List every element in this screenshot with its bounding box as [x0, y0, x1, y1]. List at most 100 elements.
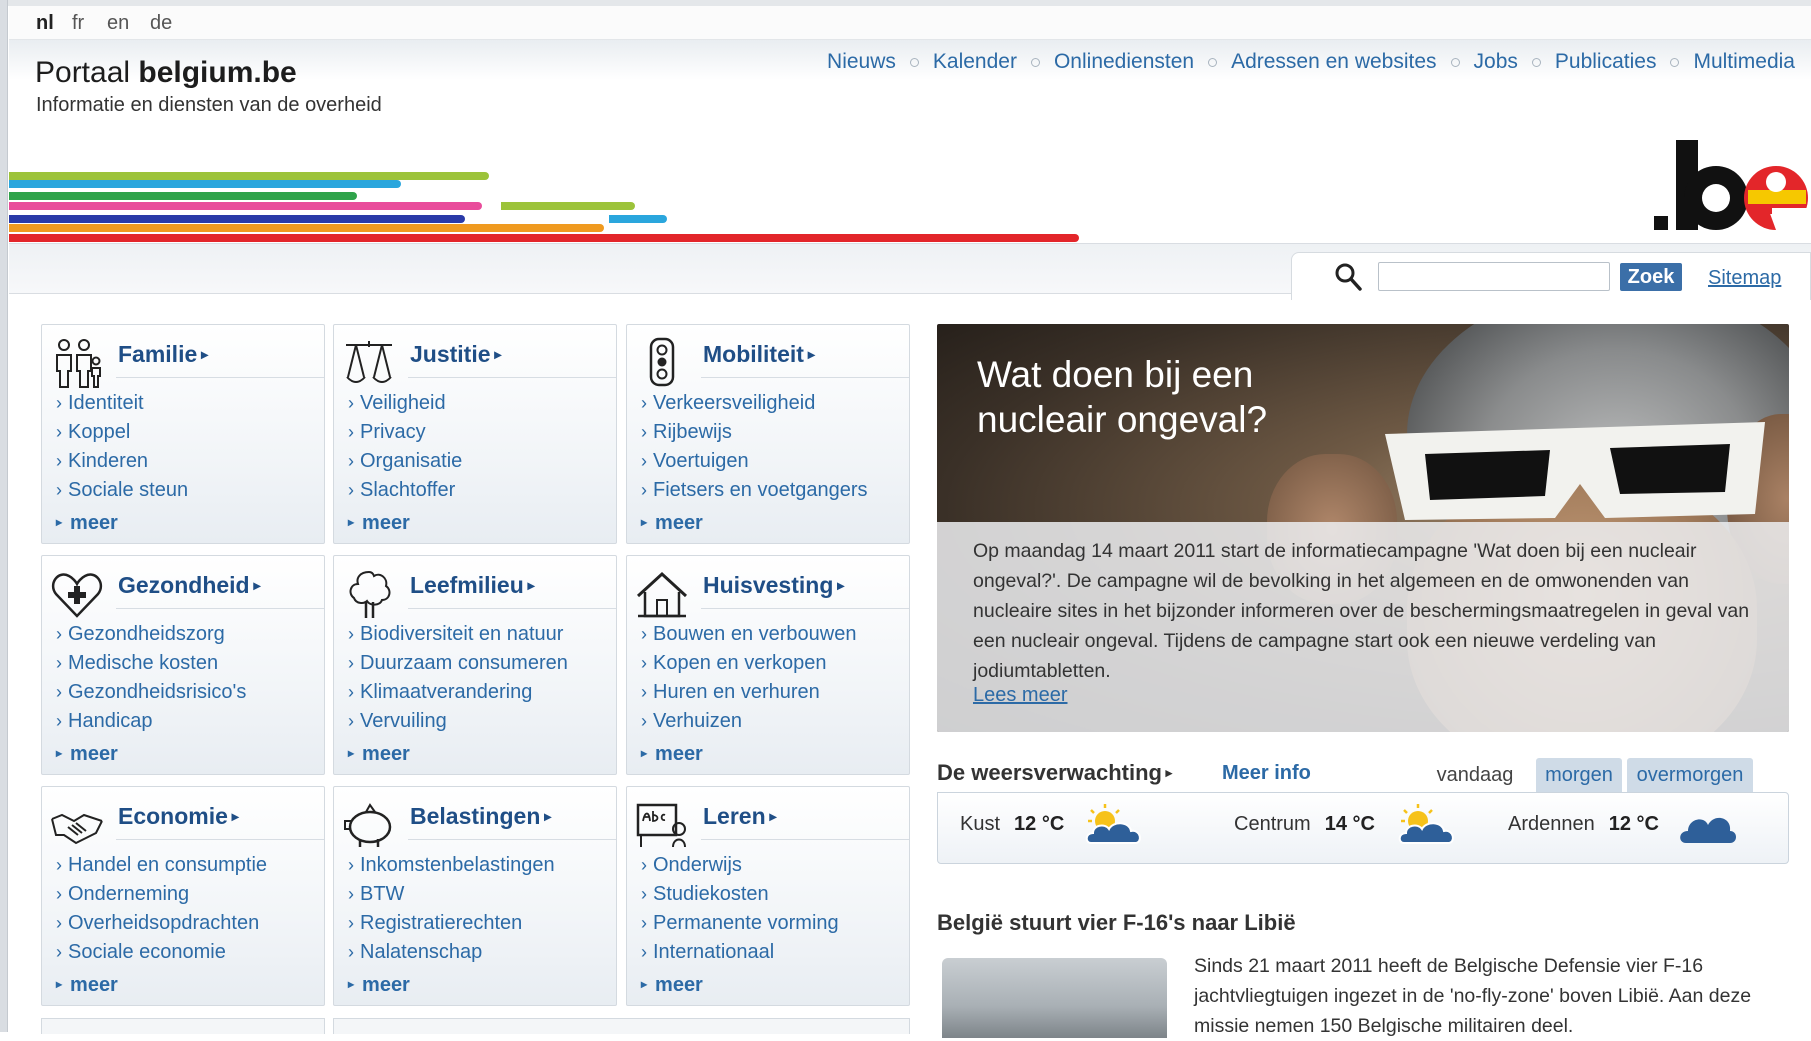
nav-jobs[interactable]: Jobs [1474, 50, 1518, 74]
category-title[interactable]: Economie [118, 803, 239, 830]
search-button[interactable]: Zoek [1620, 263, 1682, 291]
category-divider [408, 608, 616, 609]
category-link[interactable]: Permanente vorming [641, 909, 839, 938]
nav-kalender[interactable]: Kalender [933, 50, 1017, 74]
category-link[interactable]: Onderwijs [641, 851, 839, 880]
category-divider [701, 608, 909, 609]
category-link[interactable]: Koppel [56, 418, 188, 447]
stripe-red [9, 234, 1079, 242]
category-links: Bouwen en verbouwen Kopen en verkopen Hu… [641, 620, 856, 736]
category-link[interactable]: Fietsers en voetgangers [641, 476, 868, 505]
nav-nieuws[interactable]: Nieuws [827, 50, 896, 74]
site-title[interactable]: Portaal belgium.be [35, 56, 297, 90]
category-link[interactable]: Verkeersveiligheid [641, 389, 868, 418]
category-link[interactable]: Handel en consumptie [56, 851, 267, 880]
feature-title[interactable]: Wat doen bij een nucleair ongeval? [977, 352, 1357, 442]
category-more-link[interactable]: meer [641, 974, 703, 997]
category-more-link[interactable]: meer [641, 512, 703, 535]
category-divider [408, 377, 616, 378]
category-title[interactable]: Familie [118, 341, 208, 368]
category-link[interactable]: Registratierechten [348, 909, 555, 938]
category-link[interactable]: Biodiversiteit en natuur [348, 620, 568, 649]
category-link[interactable]: Gezondheidsrisico's [56, 678, 246, 707]
category-link[interactable]: Duurzaam consumeren [348, 649, 568, 678]
nav-separator [1670, 57, 1680, 67]
category-more-link[interactable]: meer [348, 512, 410, 535]
category-link[interactable]: Veiligheid [348, 389, 462, 418]
category-title[interactable]: Leefmilieu [410, 572, 535, 599]
category-link[interactable]: Vervuiling [348, 707, 568, 736]
category-more-link[interactable]: meer [348, 743, 410, 766]
traffic-light-icon [649, 337, 675, 387]
category-more-link[interactable]: meer [641, 743, 703, 766]
search-input[interactable] [1378, 262, 1610, 291]
weather-title[interactable]: De weersverwachting [937, 760, 1172, 786]
feature-banner[interactable]: Wat doen bij een nucleair ongeval? Op ma… [937, 324, 1789, 732]
category-divider [116, 377, 324, 378]
abc-board-icon [636, 803, 686, 848]
category-link[interactable]: Identiteit [56, 389, 188, 418]
category-link[interactable]: Huren en verhuren [641, 678, 856, 707]
category-links: Veiligheid Privacy Organisatie Slachtoff… [348, 389, 462, 505]
category-link[interactable]: Studiekosten [641, 880, 839, 909]
category-link[interactable]: Internationaal [641, 938, 839, 967]
nav-adressen[interactable]: Adressen en websites [1231, 50, 1436, 74]
category-link[interactable]: Rijbewijs [641, 418, 868, 447]
news-title[interactable]: België stuurt vier F-16's naar Libië [937, 910, 1296, 936]
piggy-bank-icon [344, 803, 392, 847]
category-title[interactable]: Leren [703, 803, 777, 830]
category-link[interactable]: Handicap [56, 707, 246, 736]
read-more-link[interactable]: Lees meer [973, 684, 1068, 707]
category-belastingen: Belastingen Inkomstenbelastingen BTW Reg… [333, 786, 617, 1006]
category-link[interactable]: Nalatenschap [348, 938, 555, 967]
category-link[interactable]: Privacy [348, 418, 462, 447]
category-link[interactable]: Inkomstenbelastingen [348, 851, 555, 880]
category-more-link[interactable]: meer [56, 974, 118, 997]
category-link[interactable]: Voertuigen [641, 447, 868, 476]
category-title[interactable]: Belastingen [410, 803, 551, 830]
category-link[interactable]: Overheidsopdrachten [56, 909, 267, 938]
category-link[interactable]: Slachtoffer [348, 476, 462, 505]
category-link[interactable]: Kopen en verkopen [641, 649, 856, 678]
category-familie: Familie Identiteit Koppel Kinderen Socia… [41, 324, 325, 544]
category-title[interactable]: Justitie [410, 341, 501, 368]
category-more-link[interactable]: meer [348, 974, 410, 997]
lang-en[interactable]: en [107, 12, 129, 35]
nav-publicaties[interactable]: Publicaties [1555, 50, 1657, 74]
category-link[interactable]: Gezondheidszorg [56, 620, 246, 649]
lang-de[interactable]: de [150, 12, 172, 35]
stripe-cyan-short [609, 215, 667, 223]
nav-onlinediensten[interactable]: Onlinediensten [1054, 50, 1194, 74]
search-icon[interactable] [1334, 262, 1362, 292]
tab-overmorgen[interactable]: overmorgen [1627, 758, 1753, 792]
lang-fr[interactable]: fr [72, 12, 84, 35]
category-link[interactable]: Sociale steun [56, 476, 188, 505]
category-title[interactable]: Mobiliteit [703, 341, 815, 368]
category-link[interactable]: Klimaatverandering [348, 678, 568, 707]
nav-multimedia[interactable]: Multimedia [1693, 50, 1795, 74]
category-link[interactable]: BTW [348, 880, 555, 909]
category-link[interactable]: Bouwen en verbouwen [641, 620, 856, 649]
site-header: Portaal belgium.be Informatie en dienste… [9, 40, 1811, 268]
window-left-edge [0, 0, 8, 1032]
category-link[interactable]: Sociale economie [56, 938, 267, 967]
news-photo[interactable] [942, 958, 1167, 1038]
category-more-link[interactable]: meer [56, 743, 118, 766]
tab-morgen[interactable]: morgen [1536, 758, 1622, 792]
stripe-green [9, 192, 357, 200]
category-link[interactable]: Organisatie [348, 447, 462, 476]
nav-separator [1208, 57, 1218, 67]
category-link[interactable]: Kinderen [56, 447, 188, 476]
category-more-link[interactable]: meer [56, 512, 118, 535]
category-link[interactable]: Verhuizen [641, 707, 856, 736]
tab-vandaag[interactable]: vandaag [1425, 758, 1525, 792]
category-title[interactable]: Gezondheid [118, 572, 261, 599]
category-link[interactable]: Medische kosten [56, 649, 246, 678]
weather-more-link[interactable]: Meer info [1222, 762, 1311, 785]
sitemap-link[interactable]: Sitemap [1708, 267, 1781, 290]
site-subtitle: Informatie en diensten van de overheid [36, 94, 382, 116]
category-link[interactable]: Onderneming [56, 880, 267, 909]
lang-nl[interactable]: nl [36, 12, 54, 35]
category-title[interactable]: Huisvesting [703, 572, 844, 599]
category-links: Identiteit Koppel Kinderen Sociale steun [56, 389, 188, 505]
